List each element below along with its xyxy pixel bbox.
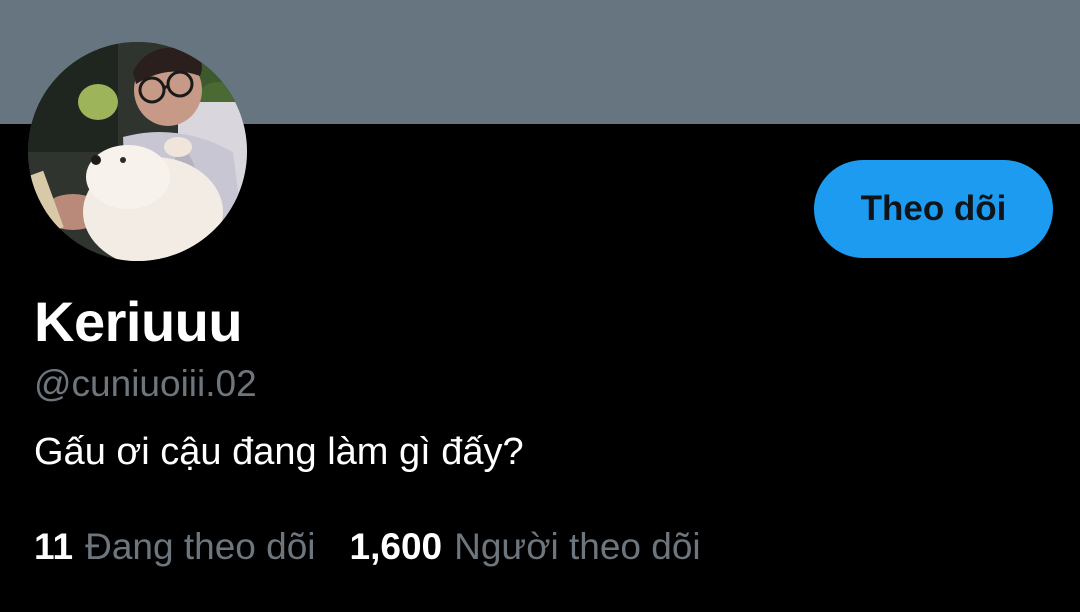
followers-count: 1,600 xyxy=(349,526,443,567)
following-link[interactable]: 11 Đang theo dõi xyxy=(34,524,316,570)
following-count: 11 xyxy=(34,526,74,567)
username-handle: @cuniuoiii.02 xyxy=(34,363,257,404)
display-name: Keriuuu xyxy=(34,290,243,353)
followers-label: Người theo dõi xyxy=(454,526,701,567)
following-label: Đang theo dõi xyxy=(85,526,316,567)
profile-avatar[interactable] xyxy=(28,42,247,261)
profile-page: Theo dõi Keriuuu @cuniuoiii.02 Gấu ơi cậ… xyxy=(0,0,1080,612)
profile-bio: Gấu ơi cậu đang làm gì đấy? xyxy=(34,431,524,473)
avatar-photo xyxy=(28,42,247,261)
profile-stats: 11 Đang theo dõi 1,600 Người theo dõi xyxy=(34,524,701,570)
followers-link[interactable]: 1,600 Người theo dõi xyxy=(350,524,701,570)
follow-button[interactable]: Theo dõi xyxy=(814,160,1053,258)
